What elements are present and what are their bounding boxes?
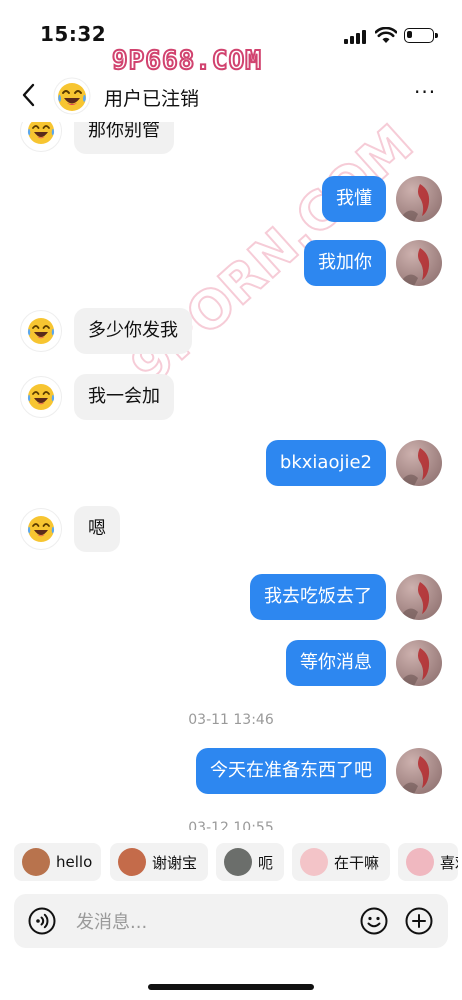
contact-avatar[interactable] (20, 122, 62, 152)
monkey-flower-sticker-icon (118, 848, 146, 876)
more-options-button[interactable]: ··· (414, 82, 440, 106)
avatar-photo-icon (396, 640, 442, 686)
my-avatar[interactable] (396, 176, 442, 222)
quick-reply-label: 在干嘛 (334, 853, 380, 872)
avatar-photo-icon (396, 574, 442, 620)
quick-reply-label: 喜欢 (440, 853, 458, 872)
add-attachment-button[interactable] (405, 907, 433, 935)
contact-avatar[interactable] (20, 376, 62, 418)
message-input-bar (14, 894, 448, 950)
quick-reply-chip[interactable]: hello (14, 843, 101, 881)
contact-name: 用户已注销 (104, 88, 200, 110)
message-list[interactable]: 9PORN.COM 那你别管 我懂 我加你 多少你发我 我一会加 bkxiaojie2 嗯我… (0, 122, 462, 830)
avatar-photo-icon (396, 176, 442, 222)
message-bubble[interactable]: 那你别管 (74, 122, 174, 154)
laughing-emoji-icon (27, 516, 55, 542)
avatar-photo-icon (396, 240, 442, 286)
avatar-photo-icon (396, 440, 442, 486)
message-bubble[interactable]: 我去吃饭去了 (250, 574, 386, 620)
message-bubble[interactable]: 多少你发我 (74, 308, 192, 354)
wifi-icon (375, 27, 397, 43)
bunny-sticker-icon (300, 848, 328, 876)
message-bubble[interactable]: 我一会加 (74, 374, 174, 420)
outgoing-message: 等你消息 (286, 640, 442, 686)
my-avatar[interactable] (396, 640, 442, 686)
my-avatar[interactable] (396, 440, 442, 486)
outgoing-message: 我懂 (322, 176, 442, 222)
status-time: 15:32 (40, 22, 107, 46)
quick-reply-label: hello (56, 853, 93, 871)
incoming-message: 那你别管 (20, 122, 174, 154)
incoming-message: 我一会加 (20, 374, 174, 420)
contact-avatar[interactable] (52, 76, 92, 116)
message-timestamp: 03-11 13:46 (188, 712, 274, 728)
my-avatar[interactable] (396, 748, 442, 794)
message-input[interactable] (74, 894, 338, 950)
home-indicator[interactable] (148, 984, 314, 990)
outgoing-message: 我加你 (304, 240, 442, 286)
message-bubble[interactable]: 我加你 (304, 240, 386, 286)
bunny-heart-sticker-icon (406, 848, 434, 876)
my-avatar[interactable] (396, 574, 442, 620)
contact-avatar[interactable] (20, 508, 62, 550)
message-timestamp: 03-12 10:55 (188, 820, 274, 830)
message-bubble[interactable]: 我懂 (322, 176, 386, 222)
quick-reply-chip[interactable]: 在干嘛 (292, 843, 390, 881)
avatar-photo-icon (396, 748, 442, 794)
message-bubble[interactable]: 等你消息 (286, 640, 386, 686)
my-avatar[interactable] (396, 240, 442, 286)
message-bubble[interactable]: 嗯 (74, 506, 120, 552)
message-bubble[interactable]: bkxiaojie2 (265, 440, 386, 486)
quick-reply-chip[interactable]: 呃 (216, 843, 284, 881)
back-button[interactable] (18, 82, 40, 108)
cellular-signal-icon (344, 30, 370, 44)
laughing-emoji-icon (27, 318, 55, 344)
laughing-emoji-icon (53, 77, 91, 115)
quick-reply-bar: hello 谢谢宝 呃 在干嘛 喜欢 (0, 838, 462, 886)
quick-reply-chip[interactable]: 谢谢宝 (110, 843, 208, 881)
voice-input-button[interactable] (28, 907, 56, 935)
incoming-message: 多少你发我 (20, 308, 192, 354)
outgoing-message: 今天在准备东西了吧 (196, 748, 442, 794)
quick-reply-label: 谢谢宝 (152, 853, 198, 872)
laughing-emoji-icon (27, 122, 55, 144)
cat-sticker-icon (224, 848, 252, 876)
incoming-message: 嗯 (20, 506, 120, 552)
quick-reply-label: 呃 (258, 853, 274, 872)
chat-header: 用户已注销 ··· (0, 70, 462, 122)
quick-reply-chip[interactable]: 喜欢 (398, 843, 458, 881)
outgoing-message: bkxiaojie2 (265, 440, 442, 486)
contact-avatar[interactable] (20, 310, 62, 352)
laughing-emoji-icon (27, 384, 55, 410)
monkey-sticker-icon (22, 848, 50, 876)
message-bubble[interactable]: 今天在准备东西了吧 (196, 748, 386, 794)
battery-icon (404, 28, 438, 43)
emoji-button[interactable] (360, 907, 388, 935)
outgoing-message: 我去吃饭去了 (250, 574, 442, 620)
